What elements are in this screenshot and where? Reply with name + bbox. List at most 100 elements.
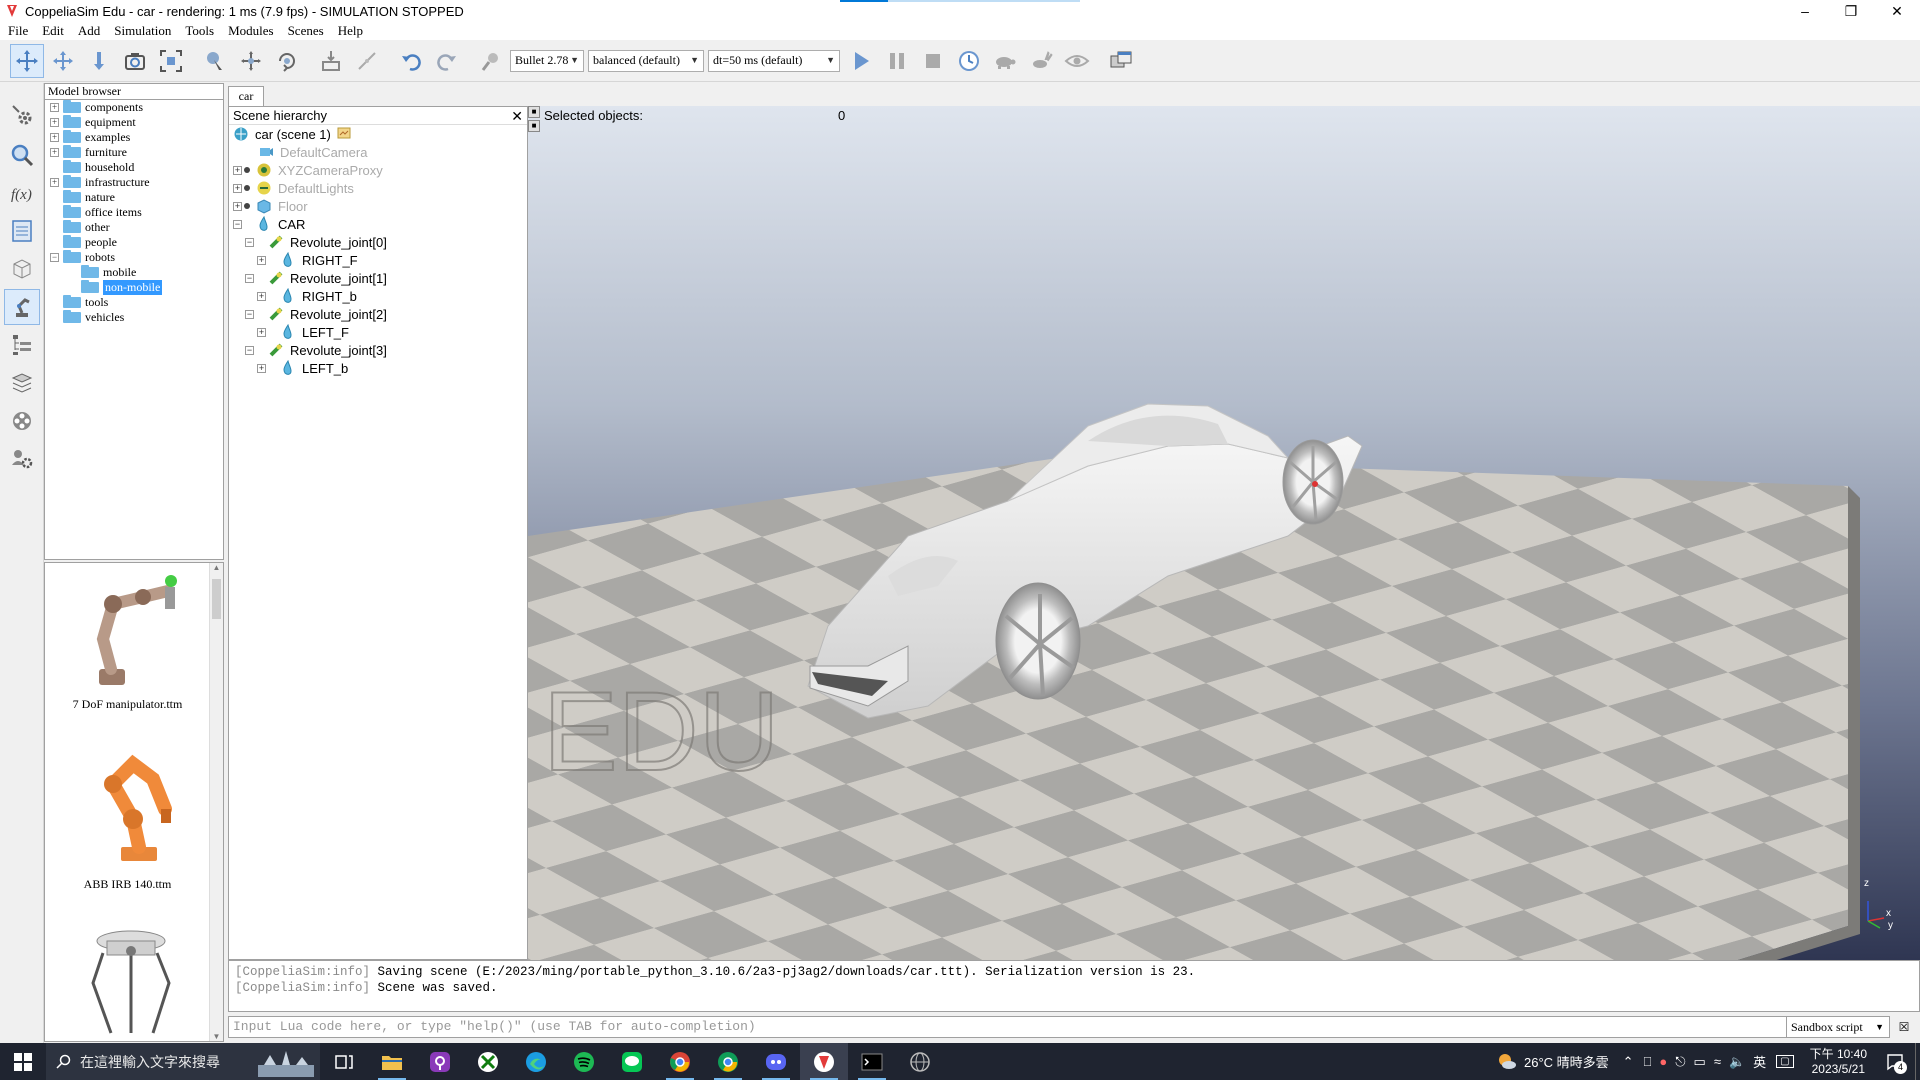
model-folder-examples[interactable]: + examples xyxy=(45,130,223,145)
speed-up-button[interactable] xyxy=(1024,44,1058,78)
chrome-profile-app[interactable] xyxy=(704,1043,752,1080)
close-window-button[interactable]: ✕ xyxy=(1874,0,1920,22)
model-folder-infrastructure[interactable]: + infrastructure xyxy=(45,175,223,190)
close-icon[interactable]: ☒ xyxy=(1896,1018,1912,1036)
discord-app[interactable] xyxy=(752,1043,800,1080)
camera-rotate-button[interactable] xyxy=(46,44,80,78)
menu-modules[interactable]: Modules xyxy=(220,23,280,39)
model-folder-vehicles[interactable]: vehicles xyxy=(45,310,223,325)
layers-button[interactable] xyxy=(4,365,40,401)
object-shift-button[interactable] xyxy=(234,44,268,78)
scene-script-icon[interactable] xyxy=(337,126,351,143)
calculation-modules-button[interactable]: f(x) xyxy=(4,175,40,211)
collapse-icon[interactable]: − xyxy=(50,253,59,262)
restore-button[interactable]: ❐ xyxy=(1828,0,1874,22)
scrollbar-thumb[interactable] xyxy=(212,579,221,619)
show-desktop-button[interactable] xyxy=(1915,1043,1920,1080)
file-explorer-app[interactable] xyxy=(368,1043,416,1080)
notification-center-button[interactable]: 4 xyxy=(1875,1043,1915,1080)
expand-icon[interactable]: + xyxy=(257,363,266,373)
pause-simulation-button[interactable] xyxy=(880,44,914,78)
thumbnails-scrollbar[interactable]: ▲ ▼ xyxy=(209,563,223,1041)
menu-file[interactable]: File xyxy=(0,23,34,39)
weather-text[interactable]: 26°C 晴時多雲 xyxy=(1524,1052,1609,1071)
collections-button[interactable] xyxy=(4,213,40,249)
model-folder-furniture[interactable]: + furniture xyxy=(45,145,223,160)
minimize-button[interactable]: – xyxy=(1782,0,1828,22)
camera-view-button[interactable] xyxy=(118,44,152,78)
wifi-icon[interactable]: ≈ xyxy=(1714,1054,1721,1069)
model-thumbnail[interactable]: ABB IRB 140.ttm xyxy=(45,749,210,892)
lua-command-input[interactable]: Input Lua code here, or type "help()" (u… xyxy=(228,1016,1788,1038)
battery-icon[interactable]: ▭ xyxy=(1694,1054,1706,1070)
menu-tools[interactable]: Tools xyxy=(177,23,220,39)
globe-app[interactable] xyxy=(896,1043,944,1080)
visualization-toggle-button[interactable] xyxy=(1060,44,1094,78)
properties-button[interactable] xyxy=(4,137,40,173)
terminal-app[interactable] xyxy=(848,1043,896,1080)
clock[interactable]: 下午 10:40 2023/5/21 xyxy=(1802,1047,1875,1077)
hierarchy-item-XYZCameraProxy[interactable]: + XYZCameraProxy xyxy=(229,161,527,179)
video-recorder-button[interactable] xyxy=(4,403,40,439)
expand-icon[interactable]: + xyxy=(233,201,242,211)
xbox-app[interactable] xyxy=(464,1043,512,1080)
tray-chevron-up-icon[interactable]: ⌃ xyxy=(1623,1054,1634,1070)
menu-simulation[interactable]: Simulation xyxy=(106,23,177,39)
close-icon[interactable]: ✕ xyxy=(511,107,523,125)
hierarchy-item-car-scene-1-[interactable]: car (scene 1) xyxy=(229,125,527,143)
expand-icon[interactable]: + xyxy=(50,118,59,127)
expand-icon[interactable]: + xyxy=(50,133,59,142)
hierarchy-item-Revolute_joint-2-[interactable]: − Revolute_joint[2] xyxy=(229,305,527,323)
redo-button[interactable] xyxy=(430,44,464,78)
hierarchy-item-RIGHT_b[interactable]: + RIGHT_b xyxy=(229,287,527,305)
expand-icon[interactable]: + xyxy=(233,183,242,193)
hierarchy-item-LEFT_b[interactable]: + LEFT_b xyxy=(229,359,527,377)
model-folder-other[interactable]: other xyxy=(45,220,223,235)
taskbar-search-box[interactable]: 在這裡輸入文字來搜尋 xyxy=(46,1043,320,1080)
model-folder-tools[interactable]: tools xyxy=(45,295,223,310)
hierarchy-item-LEFT_F[interactable]: + LEFT_F xyxy=(229,323,527,341)
fit-to-view-button[interactable] xyxy=(154,44,188,78)
microphone-icon[interactable]: ⎋ xyxy=(1675,1054,1685,1070)
scene-tab-car[interactable]: car xyxy=(228,86,264,106)
hierarchy-item-Revolute_joint-1-[interactable]: − Revolute_joint[1] xyxy=(229,269,527,287)
model-folder-robots[interactable]: − robots xyxy=(45,250,223,265)
real-time-button[interactable] xyxy=(952,44,986,78)
menu-add[interactable]: Add xyxy=(70,23,106,39)
camera-shift-button[interactable] xyxy=(82,44,116,78)
model-folder-components[interactable]: + components xyxy=(45,100,223,115)
page-selector-button[interactable] xyxy=(1104,44,1138,78)
hierarchy-item-Revolute_joint-3-[interactable]: − Revolute_joint[3] xyxy=(229,341,527,359)
transfer-dna-button[interactable] xyxy=(350,44,384,78)
model-browser-toggle-button[interactable] xyxy=(4,289,40,325)
collapse-icon[interactable]: − xyxy=(245,345,254,355)
scripts-button[interactable] xyxy=(4,251,40,287)
model-folder-equipment[interactable]: + equipment xyxy=(45,115,223,130)
spotify-app[interactable] xyxy=(560,1043,608,1080)
menu-scenes[interactable]: Scenes xyxy=(280,23,330,39)
engine-accuracy-select[interactable]: balanced (default) ▼ xyxy=(588,49,704,72)
input-mode-icon[interactable]: ▢ xyxy=(1776,1055,1794,1068)
volume-icon[interactable]: 🔈 xyxy=(1729,1054,1745,1070)
hierarchy-item-DefaultCamera[interactable]: DefaultCamera xyxy=(229,143,527,161)
model-thumbnail[interactable] xyxy=(45,923,210,1041)
scroll-down-icon[interactable]: ▼ xyxy=(210,1032,223,1041)
coppeliasim-app[interactable] xyxy=(800,1043,848,1080)
collapse-icon[interactable]: − xyxy=(233,219,242,229)
scroll-up-icon[interactable]: ▲ xyxy=(210,563,223,572)
timestep-select[interactable]: dt=50 ms (default) ▼ xyxy=(708,49,840,72)
network-drive-icon[interactable]: ⎕ xyxy=(1644,1054,1652,1070)
slow-down-button[interactable] xyxy=(988,44,1022,78)
click-select-button[interactable] xyxy=(198,44,232,78)
edge-app[interactable] xyxy=(512,1043,560,1080)
expand-icon[interactable]: + xyxy=(50,103,59,112)
object-rotate-button[interactable] xyxy=(270,44,304,78)
menu-edit[interactable]: Edit xyxy=(34,23,70,39)
physics-engine-select[interactable]: Bullet 2.78 ▼ xyxy=(510,49,584,72)
dynamics-toggle-button[interactable] xyxy=(474,44,508,78)
collapse-icon[interactable]: − xyxy=(245,273,254,283)
collapse-icon[interactable]: − xyxy=(245,309,254,319)
stop-simulation-button[interactable] xyxy=(916,44,950,78)
expand-icon[interactable]: + xyxy=(257,327,266,337)
hierarchy-item-Revolute_joint-0-[interactable]: − Revolute_joint[0] xyxy=(229,233,527,251)
